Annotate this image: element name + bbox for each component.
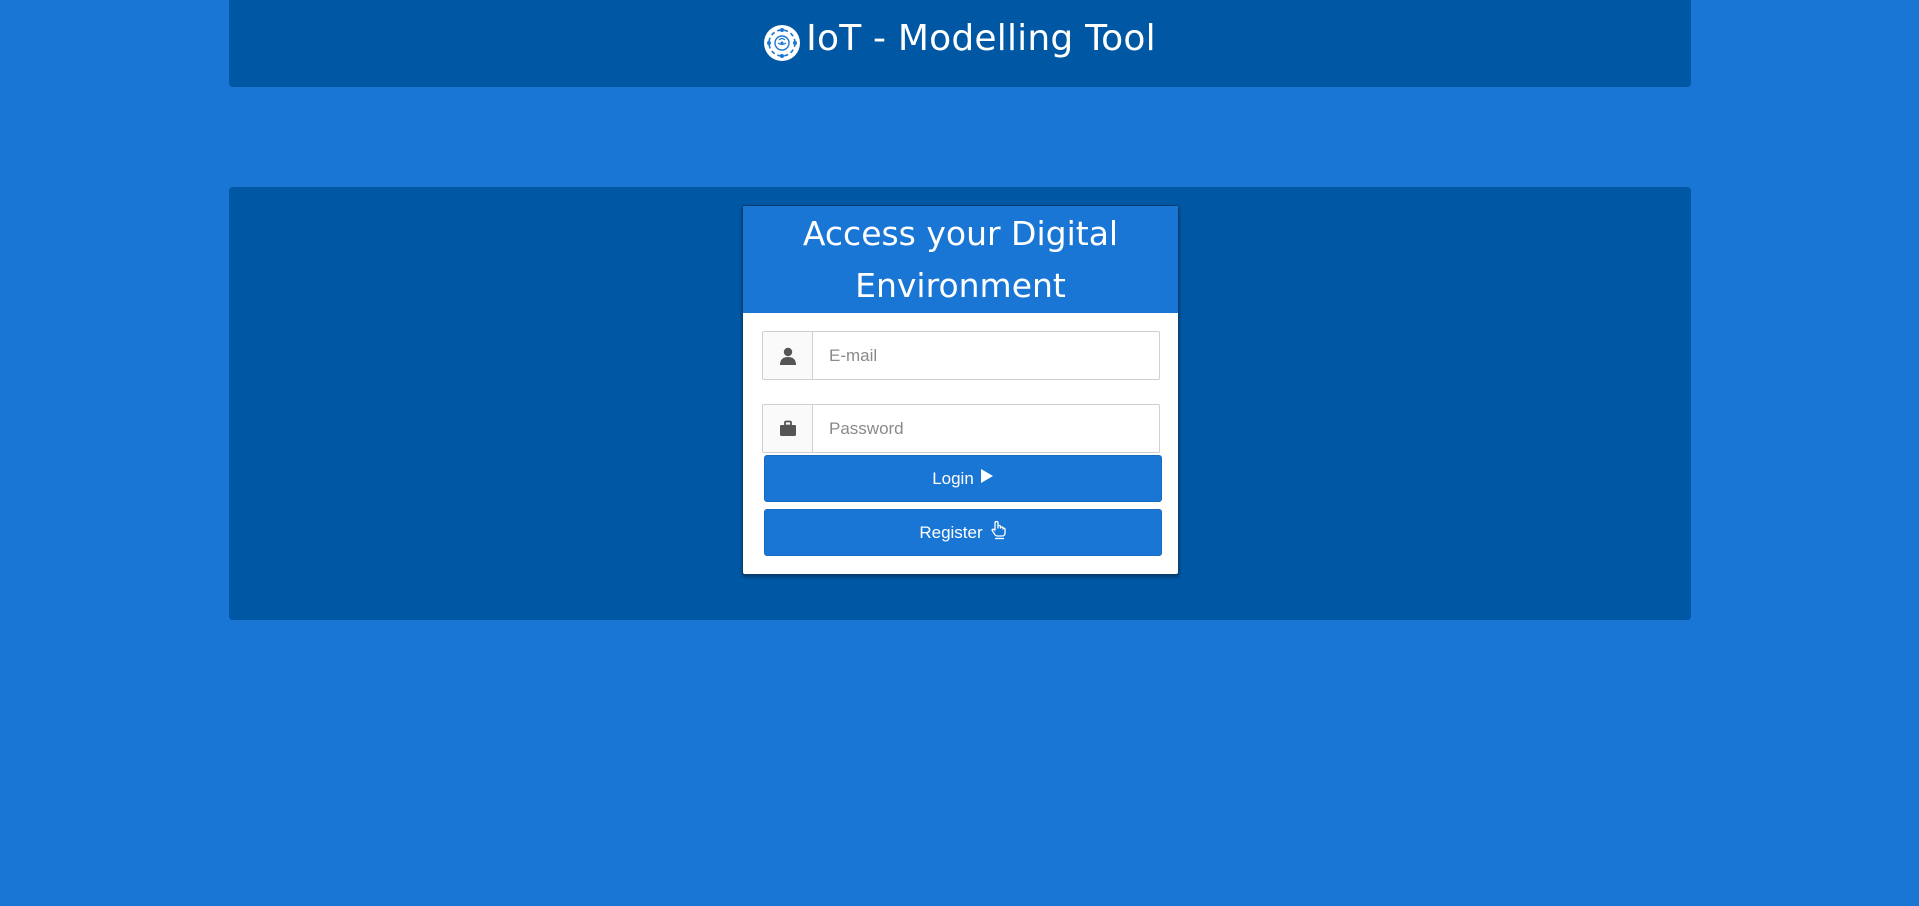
- password-input[interactable]: [813, 405, 1159, 452]
- login-button-label: Login: [932, 468, 974, 488]
- main-panel: Access your Digital Environment Login: [229, 187, 1691, 620]
- login-card-title: Access your Digital Environment: [802, 213, 1119, 305]
- email-input-group: [762, 331, 1160, 380]
- brand: IoT - Modelling Tool: [764, 17, 1156, 61]
- pointing-hand-icon: [989, 520, 1007, 545]
- app-title: IoT - Modelling Tool: [806, 18, 1156, 59]
- iot-network-icon: [764, 24, 801, 61]
- email-input[interactable]: [813, 332, 1159, 379]
- user-icon: [763, 332, 813, 379]
- password-input-group: [762, 404, 1160, 453]
- play-icon: [980, 468, 994, 489]
- login-card: Access your Digital Environment Login: [742, 205, 1179, 575]
- briefcase-icon: [763, 405, 813, 452]
- register-button[interactable]: Register: [764, 509, 1162, 556]
- register-button-label: Register: [919, 522, 983, 542]
- app-header: IoT - Modelling Tool: [229, 0, 1691, 87]
- login-card-header: Access your Digital Environment: [743, 206, 1178, 313]
- login-button[interactable]: Login: [764, 455, 1162, 502]
